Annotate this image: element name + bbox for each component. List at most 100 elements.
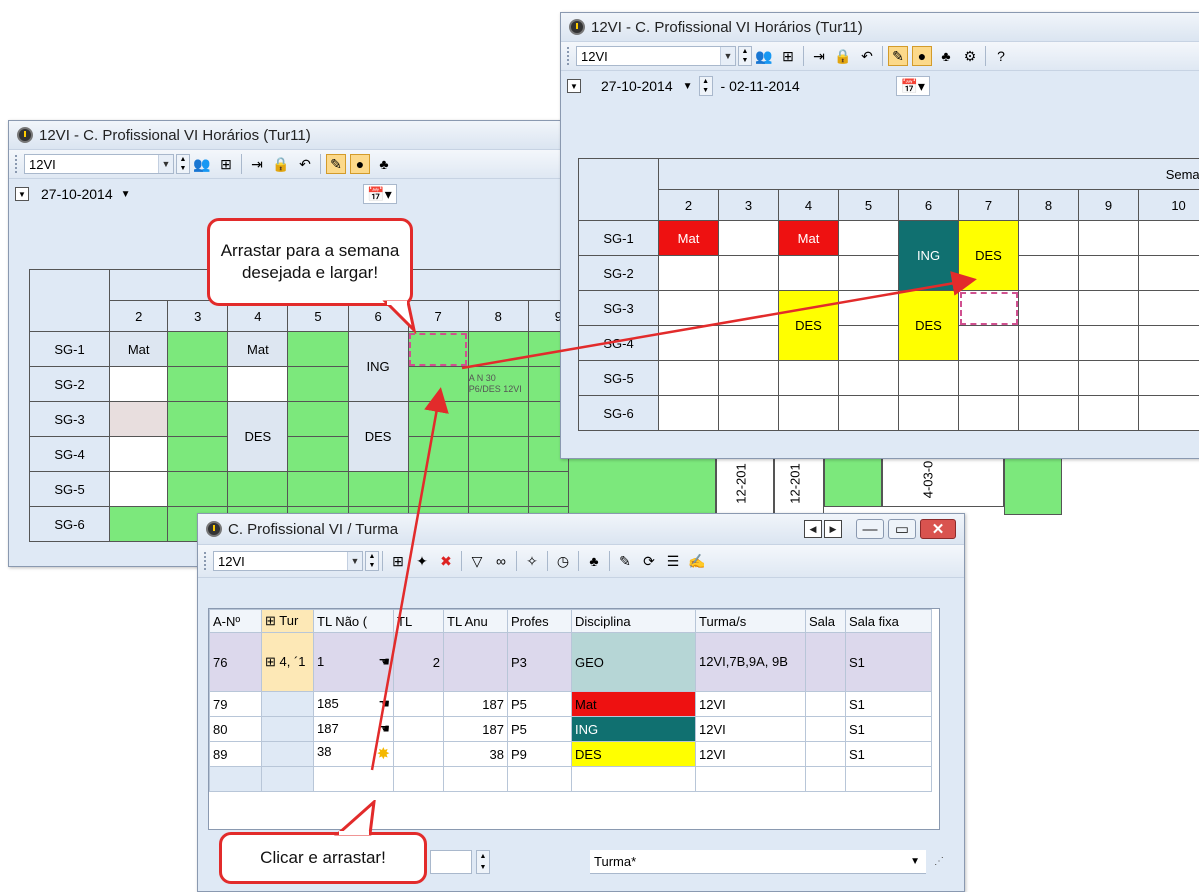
pencil-icon[interactable]: ✎	[888, 46, 908, 66]
lesson-mat[interactable]: Mat	[110, 332, 168, 367]
spin-buttons[interactable]: ▲▼	[176, 154, 190, 174]
maximize-button[interactable]: ▭	[888, 519, 916, 539]
class-combo[interactable]: 12VI ▼	[213, 551, 363, 571]
list-icon[interactable]: ☰	[663, 551, 683, 571]
hand-drag-icon[interactable]: ☚	[378, 654, 390, 670]
col-header[interactable]: Disciplina	[572, 610, 696, 633]
undo-icon[interactable]: ↶	[295, 154, 315, 174]
table-row[interactable]: 89 38✸ 38 P9 DES 12VI S1	[210, 742, 932, 767]
export-icon[interactable]: ⇥	[247, 154, 267, 174]
col-header[interactable]: TL	[394, 610, 444, 633]
chevron-down-icon[interactable]: ▼	[720, 47, 735, 65]
teacher-icon[interactable]: ♣	[936, 46, 956, 66]
date-end: - 02-11-2014	[721, 78, 800, 94]
drag-source-cell[interactable]	[408, 332, 468, 367]
col-header[interactable]: TL Não (	[314, 610, 394, 633]
front-window-toolbar: 12VI ▼ ▲▼ 👥 ⊞ ⇥ 🔒 ↶ ✎ ● ♣ ⚙ ?	[561, 41, 1199, 71]
chevron-down-icon[interactable]: ▼	[121, 189, 131, 200]
teacher-icon[interactable]: ♣	[584, 551, 604, 571]
col-header: 2	[110, 301, 168, 332]
gear-icon[interactable]: ⚙	[960, 46, 980, 66]
view-combo[interactable]: Turma* ▼	[590, 850, 926, 874]
pin-icon[interactable]: ●	[350, 154, 370, 174]
class-combo[interactable]: 12VI ▼	[24, 154, 174, 174]
date-start[interactable]: 27-10-2014	[41, 186, 113, 202]
resize-grip-icon[interactable]: ⋰	[934, 856, 944, 867]
date-spin[interactable]: ▲▼	[699, 76, 713, 96]
table-row[interactable]: 79 185☚ 187 P5 Mat 12VI S1	[210, 692, 932, 717]
col-header-current: 7	[959, 190, 1019, 221]
filter-icon[interactable]: ▽	[467, 551, 487, 571]
hand-drag-icon[interactable]: ☚	[378, 721, 390, 737]
delete-icon[interactable]: ✖	[436, 551, 456, 571]
click-burst-icon[interactable]: ✸	[377, 744, 390, 764]
grid-icon[interactable]: ⊞	[216, 154, 236, 174]
chevron-down-icon[interactable]: ▼	[910, 856, 920, 867]
pencil-icon[interactable]: ✎	[615, 551, 635, 571]
minimize-button[interactable]: —	[856, 519, 884, 539]
chevron-down-icon[interactable]: ▼	[158, 155, 173, 173]
people-icon[interactable]: 👥	[754, 46, 774, 66]
spin-buttons[interactable]: ▲▼	[738, 46, 752, 66]
col-header[interactable]: Turma/s	[696, 610, 806, 633]
pencil-icon[interactable]: ✎	[326, 154, 346, 174]
dropdown-icon[interactable]: ▼	[567, 79, 581, 93]
link-icon[interactable]: ∞	[491, 551, 511, 571]
chevron-down-icon[interactable]: ▼	[683, 81, 693, 92]
row-header: SG-4	[579, 326, 659, 361]
col-header[interactable]: TL Anu	[444, 610, 508, 633]
spin-buttons[interactable]: ▲▼	[365, 551, 379, 571]
lesson-des[interactable]: DES	[348, 402, 408, 472]
date-start[interactable]: 27-10-2014	[601, 78, 673, 94]
lock-icon[interactable]: 🔒	[833, 46, 853, 66]
dropdown-icon[interactable]: ▼	[15, 187, 29, 201]
nav-right-icon[interactable]: ▶	[824, 520, 842, 538]
close-button[interactable]: ✕	[920, 519, 956, 539]
pin-icon[interactable]: ●	[912, 46, 932, 66]
lesson-des[interactable]: DES	[228, 402, 288, 472]
teacher-icon[interactable]: ♣	[374, 154, 394, 174]
lesson-ing[interactable]: ING	[348, 332, 408, 402]
col-header[interactable]: Sala fixa	[846, 610, 932, 633]
table-row[interactable]: 80 187☚ 187 P5 ING 12VI S1	[210, 717, 932, 742]
lesson-ing[interactable]: ING	[899, 221, 959, 291]
col-header[interactable]: A-Nº	[210, 610, 262, 633]
clock-icon[interactable]: ◷	[553, 551, 573, 571]
grid-icon[interactable]: ⊞	[778, 46, 798, 66]
table-row[interactable]	[210, 767, 932, 792]
wand-icon[interactable]: ✧	[522, 551, 542, 571]
bottom-number-field[interactable]	[430, 850, 472, 874]
hand-drag-icon[interactable]: ☚	[378, 696, 390, 712]
toolbar-grip-icon	[204, 552, 209, 570]
refresh-icon[interactable]: ⟳	[639, 551, 659, 571]
undo-icon[interactable]: ↶	[857, 46, 877, 66]
col-header[interactable]: Sala	[806, 610, 846, 633]
lock-icon[interactable]: 🔒	[271, 154, 291, 174]
lesson-mat[interactable]: Mat	[659, 221, 719, 256]
grid-icon[interactable]: ⊞	[388, 551, 408, 571]
col-header: 4	[779, 190, 839, 221]
new-icon[interactable]: ✦	[412, 551, 432, 571]
calendar-icon[interactable]: 📅▾	[363, 184, 397, 204]
chevron-down-icon[interactable]: ▼	[347, 552, 362, 570]
calendar-icon[interactable]: 📅▾	[896, 76, 930, 96]
lesson-mat[interactable]: Mat	[779, 221, 839, 256]
edit-list-icon[interactable]: ✍	[687, 551, 707, 571]
lesson-des[interactable]: DES	[899, 291, 959, 361]
drag-origin-cell[interactable]	[959, 291, 1019, 326]
col-header: 5	[839, 190, 899, 221]
clock-icon	[206, 521, 222, 537]
people-icon[interactable]: 👥	[192, 154, 212, 174]
bottom-spin[interactable]: ▲▼	[476, 850, 490, 874]
col-header[interactable]: ⊞ Tur	[262, 610, 314, 633]
class-combo[interactable]: 12VI ▼	[576, 46, 736, 66]
col-header[interactable]: Profes	[508, 610, 572, 633]
lesson-mat[interactable]: Mat	[228, 332, 288, 367]
help-icon[interactable]: ?	[991, 46, 1011, 66]
export-icon[interactable]: ⇥	[809, 46, 829, 66]
nav-left-icon[interactable]: ◀	[804, 520, 822, 538]
lesson-des[interactable]: DES	[779, 291, 839, 361]
lesson-des-dropped[interactable]: DES	[959, 221, 1019, 291]
row-header: SG-4	[30, 437, 110, 472]
table-row[interactable]: 76 ⊞ 4, ´1 1☚ 2 P3 GEO 12VI,7B,9A, 9B S1	[210, 633, 932, 692]
